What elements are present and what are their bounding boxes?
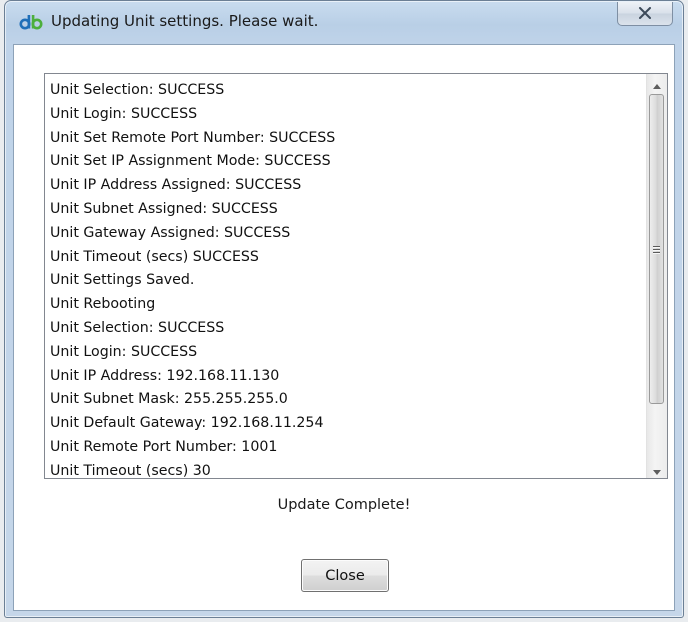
status-message: Update Complete! [277, 497, 411, 513]
log-line[interactable]: Unit Login: SUCCESS [50, 103, 640, 127]
log-line[interactable]: Unit Default Gateway: 192.168.11.254 [50, 412, 640, 436]
log-line[interactable]: Unit Selection: SUCCESS [50, 79, 640, 103]
grip-icon [653, 245, 660, 253]
window-title: Updating Unit settings. Please wait. [51, 12, 319, 30]
scroll-up-arrow-icon [653, 74, 661, 93]
log-line[interactable]: Unit Gateway Assigned: SUCCESS [50, 222, 640, 246]
log-line[interactable]: Unit Settings Saved. [50, 269, 640, 293]
dialog-window: Updating Unit settings. Please wait. Uni… [4, 0, 684, 618]
log-line[interactable]: Unit Rebooting [50, 293, 640, 317]
log-line[interactable]: Unit Subnet Mask: 255.255.255.0 [50, 388, 640, 412]
log-line[interactable]: Unit Timeout (secs) 30 [50, 460, 640, 477]
log-line[interactable]: Unit IP Address Assigned: SUCCESS [50, 174, 640, 198]
scroll-down-button[interactable] [647, 460, 667, 478]
scroll-down-arrow-icon [653, 460, 661, 479]
log-line[interactable]: Unit Set Remote Port Number: SUCCESS [50, 127, 640, 151]
window-close-button[interactable] [617, 2, 673, 26]
log-line[interactable]: Unit Selection: SUCCESS [50, 317, 640, 341]
scrollbar-thumb[interactable] [649, 94, 664, 404]
vertical-scrollbar[interactable] [646, 74, 667, 478]
log-listbox[interactable]: Unit Selection: SUCCESS Unit Login: SUCCE… [44, 73, 668, 479]
scroll-up-button[interactable] [647, 74, 667, 92]
close-button[interactable]: Close [301, 559, 389, 592]
log-line[interactable]: Unit Timeout (secs) SUCCESS [50, 246, 640, 270]
log-line[interactable]: Unit Login: SUCCESS [50, 341, 640, 365]
db-logo-icon [19, 14, 43, 30]
log-line[interactable]: Unit Subnet Assigned: SUCCESS [50, 198, 640, 222]
log-list: Unit Selection: SUCCESS Unit Login: SUCCE… [50, 79, 640, 477]
dialog-client-area: Unit Selection: SUCCESS Unit Login: SUCCE… [13, 44, 675, 611]
log-line[interactable]: Unit Remote Port Number: 1001 [50, 436, 640, 460]
title-bar[interactable]: Updating Unit settings. Please wait. [5, 1, 683, 41]
log-line[interactable]: Unit IP Address: 192.168.11.130 [50, 365, 640, 389]
log-line[interactable]: Unit Set IP Assignment Mode: SUCCESS [50, 150, 640, 174]
close-x-icon [638, 4, 652, 23]
